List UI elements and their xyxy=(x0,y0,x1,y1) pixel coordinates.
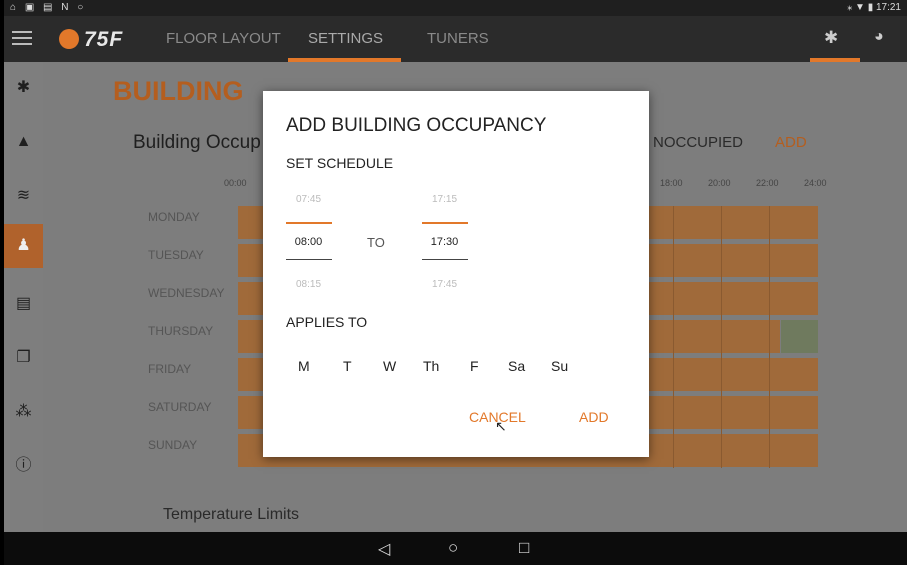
day-toggle-sunday[interactable]: Su xyxy=(551,358,568,374)
day-label: FRIDAY xyxy=(148,362,192,376)
day-toggle-friday[interactable]: F xyxy=(470,358,479,374)
day-label: SUNDAY xyxy=(148,438,198,452)
gear-icon[interactable]: ✱ xyxy=(4,70,43,106)
hour-label: 18:00 xyxy=(660,178,683,188)
dialog-title: ADD BUILDING OCCUPANCY xyxy=(286,115,547,136)
applies-to-label: APPLIES TO xyxy=(286,314,368,330)
app-bar: 75F FLOOR LAYOUT SETTINGS TUNERS ✱ ◕ xyxy=(4,16,907,62)
navigation-bar: ◁ ○ □ xyxy=(4,532,907,565)
logo: 75F xyxy=(84,28,124,51)
status-icons-left: ⌂ ▣ ▤ N ○ xyxy=(10,2,87,13)
day-label: SATURDAY xyxy=(148,400,212,414)
unoccupied-label: NOCCUPIED xyxy=(653,134,744,151)
start-time-current[interactable]: 08:00 xyxy=(286,236,331,248)
hour-label: 24:00 xyxy=(804,178,827,188)
mouse-cursor-icon: ↖ xyxy=(495,418,507,434)
start-picker-top-line xyxy=(286,222,332,224)
tab-tuners[interactable]: TUNERS xyxy=(427,30,489,47)
help-icon[interactable]: ⓘ xyxy=(4,448,43,484)
server-icon[interactable]: ▤ xyxy=(4,286,43,322)
tab-floor-layout[interactable]: FLOOR LAYOUT xyxy=(166,30,281,47)
temperature-limits-heading: Temperature Limits xyxy=(163,506,300,523)
add-button[interactable]: ADD xyxy=(579,409,609,425)
grid-line xyxy=(769,206,770,468)
end-picker-top-line xyxy=(422,222,468,224)
end-time-next[interactable]: 17:45 xyxy=(422,279,467,290)
wifi-icon[interactable]: ≋ xyxy=(4,178,43,214)
status-bar: ⌂ ▣ ▤ N ○ ⁎ ▼ ▮ 17:21 xyxy=(4,0,907,16)
day-label: THURSDAY xyxy=(148,324,214,338)
lock-icon[interactable]: ▲ xyxy=(4,124,43,160)
logo-mark-icon xyxy=(59,29,79,49)
settings-gear-icon[interactable]: ✱ xyxy=(824,28,838,48)
home-icon[interactable]: ○ xyxy=(448,538,458,558)
copy-icon[interactable]: ❐ xyxy=(4,340,43,376)
grid-line xyxy=(721,206,722,468)
occupancy-title: Building Occup xyxy=(133,132,261,153)
add-occupancy-dialog: ADD BUILDING OCCUPANCY SET SCHEDULE 07:4… xyxy=(263,91,649,457)
add-occupancy-button[interactable]: ADD xyxy=(775,134,807,151)
day-toggle-tuesday[interactable]: T xyxy=(343,358,352,374)
end-time-current[interactable]: 17:30 xyxy=(422,236,467,248)
day-label: WEDNESDAY xyxy=(148,286,225,300)
end-time-prev[interactable]: 17:15 xyxy=(422,194,467,205)
hour-label: 00:00 xyxy=(224,178,247,188)
start-time-prev[interactable]: 07:45 xyxy=(286,194,331,205)
hour-label: 20:00 xyxy=(708,178,731,188)
start-time-next[interactable]: 08:15 xyxy=(286,279,331,290)
start-picker-bottom-line xyxy=(286,259,332,260)
status-icons-right: ⁎ ▼ ▮ 17:21 xyxy=(847,2,901,13)
recents-icon[interactable]: □ xyxy=(519,538,529,558)
day-toggle-thursday[interactable]: Th xyxy=(423,358,439,374)
day-toggle-saturday[interactable]: Sa xyxy=(508,358,525,374)
day-toggle-monday[interactable]: M xyxy=(298,358,310,374)
tab-settings[interactable]: SETTINGS xyxy=(308,30,383,47)
day-label: TUESDAY xyxy=(148,248,204,262)
to-label: TO xyxy=(367,235,385,250)
grid-line xyxy=(673,206,674,468)
day-toggle-wednesday[interactable]: W xyxy=(383,358,396,374)
end-picker-bottom-line xyxy=(422,259,468,260)
schedule-bar-overlap[interactable] xyxy=(781,320,818,353)
user-settings-icon[interactable]: ♟ xyxy=(4,224,43,268)
network-icon[interactable]: ⁂ xyxy=(4,394,43,430)
sidebar: ✱ ▲ ≋ ♟ ▤ ❐ ⁂ ⓘ xyxy=(4,62,43,532)
dashboard-gauge-icon[interactable]: ◕ xyxy=(874,28,884,46)
menu-icon[interactable] xyxy=(12,31,32,49)
set-schedule-label: SET SCHEDULE xyxy=(286,155,394,171)
day-label: MONDAY xyxy=(148,210,200,224)
back-icon[interactable]: ◁ xyxy=(378,539,390,559)
page-title: BUILDING xyxy=(113,76,244,106)
hour-label: 22:00 xyxy=(756,178,779,188)
